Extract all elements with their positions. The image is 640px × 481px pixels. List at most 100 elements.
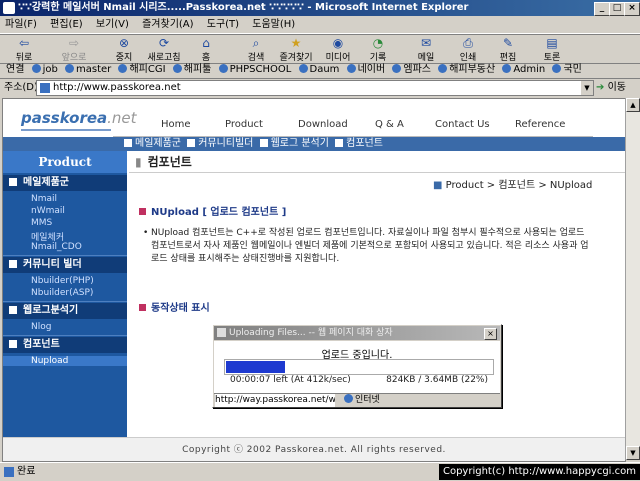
link-happy-realestate[interactable]: 해피부동산	[438, 62, 495, 78]
menu-favorites[interactable]: 즐겨찾기(A)	[142, 19, 193, 30]
links-label: 연결	[6, 64, 25, 75]
close-button[interactable]: ×	[624, 2, 640, 16]
title-divider	[129, 172, 625, 173]
section-heading-status: 동작상태 표시	[139, 299, 210, 314]
sidebar-item-nmail-cdo[interactable]: Nmail_CDO	[31, 242, 82, 252]
sidebar-item-nupload[interactable]: Nupload	[3, 356, 127, 366]
address-input[interactable]: http://www.passkorea.net ▼	[36, 80, 594, 96]
bullet-icon	[9, 340, 17, 348]
forward-button[interactable]: ⇨ 앞으로	[54, 36, 94, 63]
nav-home[interactable]: Home	[161, 119, 191, 130]
window-title: ∵∵강력한 메일서버 Nmail 시리즈.....Passkorea.net ∵…	[18, 2, 469, 13]
security-zone: 인터넷	[344, 394, 380, 407]
vertical-scrollbar[interactable]: ▲ ▼	[625, 98, 640, 460]
page-icon	[31, 64, 41, 73]
favorites-button[interactable]: ★ 즐겨찾기	[276, 36, 316, 63]
nav-product[interactable]: Product	[225, 119, 263, 130]
bullet-icon	[9, 306, 17, 314]
go-arrow-icon: ➔	[596, 82, 605, 93]
page-icon	[552, 64, 562, 73]
menu-help[interactable]: 도움말(H)	[252, 19, 295, 30]
menu-view[interactable]: 보기(V)	[96, 19, 129, 30]
go-button[interactable]: ➔ 이동	[596, 79, 626, 96]
mail-button[interactable]: ✉ 메일	[406, 36, 446, 63]
subnav-mail[interactable]: 메일제품군	[121, 138, 181, 149]
internet-zone-icon	[344, 394, 353, 403]
title-bullet-icon: ▮	[135, 155, 142, 169]
back-button[interactable]: ⇦ 뒤로	[4, 36, 44, 63]
search-button[interactable]: ⌕ 검색	[236, 36, 276, 63]
discuss-button[interactable]: ▤ 토론	[532, 36, 572, 63]
sidebar-section-community[interactable]: 커뮤니티 빌더	[3, 257, 127, 273]
history-button[interactable]: ◔ 기록	[358, 36, 398, 63]
toolbar: ⇦ 뒤로 ⇨ 앞으로 ⊗ 중지 ⟳ 새로고침 ⌂ 홈 ⌕ 검색 ★ 즐겨찾기 ◉ 미디어 ◔ 기록…	[0, 34, 640, 64]
sidebar-item-nbuilder-php[interactable]: Nbuilder(PHP)	[31, 276, 94, 286]
subnav-weblog[interactable]: 웹로그 분석기	[257, 138, 329, 149]
title-bar: ∵∵강력한 메일서버 Nmail 시리즈.....Passkorea.net ∵…	[0, 0, 640, 16]
favorites-star-icon: ★	[290, 36, 302, 50]
sidebar-item-nlog[interactable]: Nlog	[31, 322, 51, 332]
sidebar-item-nbuilder-asp[interactable]: Nbuilder(ASP)	[31, 288, 93, 298]
edit-button[interactable]: ✎ 편집	[488, 36, 528, 63]
address-bar: 주소(D) http://www.passkorea.net ▼ ➔ 이동	[0, 79, 640, 96]
link-admin[interactable]: Admin	[502, 62, 545, 78]
scroll-down-icon[interactable]: ▼	[626, 446, 640, 460]
copyright-banner: Copyright(c) http://www.happycgi.com	[438, 464, 640, 480]
media-icon: ◉	[332, 36, 344, 50]
subnav-community[interactable]: 커뮤니티빌더	[184, 138, 253, 149]
bullet-icon	[187, 139, 196, 147]
link-phpschool[interactable]: PHPSCHOOL	[218, 62, 291, 78]
dialog-icon	[217, 328, 226, 337]
menu-file[interactable]: 파일(F)	[5, 19, 37, 30]
maximize-button[interactable]: □	[609, 2, 625, 16]
link-master[interactable]: master	[65, 62, 111, 78]
progress-bar	[224, 359, 494, 375]
nav-qna[interactable]: Q & A	[375, 119, 404, 130]
page-icon	[438, 64, 448, 73]
menu-edit[interactable]: 편집(E)	[50, 19, 83, 30]
refresh-button[interactable]: ⟳ 새로고침	[144, 36, 184, 63]
stop-button[interactable]: ⊗ 중지	[104, 36, 144, 63]
media-button[interactable]: ◉ 미디어	[318, 36, 358, 63]
link-happycgi[interactable]: 해피CGI	[118, 62, 166, 78]
status-text: 완료	[17, 466, 36, 477]
menu-tools[interactable]: 도구(T)	[207, 19, 239, 30]
sidebar-section-component[interactable]: 컴포넌트	[3, 337, 127, 353]
section-bullet-icon	[139, 304, 146, 311]
breadcrumb: ■ Product > 컴포넌트 > NUpload	[433, 180, 593, 191]
scroll-up-icon[interactable]: ▲	[626, 98, 640, 112]
sidebar-section-mail[interactable]: 메일제품군	[3, 175, 127, 191]
bullet-icon	[124, 139, 132, 147]
print-button[interactable]: ⎙ 인쇄	[448, 36, 488, 63]
link-daum[interactable]: Daum	[298, 62, 339, 78]
progress-fill	[226, 361, 285, 373]
breadcrumb-arrow-icon: ■	[433, 180, 443, 191]
nav-contact[interactable]: Contact Us	[435, 119, 490, 130]
address-dropdown-icon[interactable]: ▼	[581, 81, 593, 95]
sidebar-section-weblog[interactable]: 웹로그분석기	[3, 303, 127, 319]
description-paragraph: • NUpload 컴포넌트는 C++로 작성된 업로드 컴포넌트입니다. 자료실…	[143, 228, 589, 264]
minimize-button[interactable]: _	[594, 2, 610, 16]
nav-download[interactable]: Download	[298, 119, 348, 130]
page-icon	[40, 83, 50, 93]
section-bullet-icon	[139, 208, 146, 215]
link-empas[interactable]: 엠파스	[392, 62, 431, 78]
home-button[interactable]: ⌂ 홈	[186, 36, 226, 63]
bullet-icon	[259, 139, 268, 147]
dialog-url: http://way.passkorea.net/w	[215, 394, 335, 407]
sidebar-item-mms[interactable]: MMS	[31, 218, 52, 228]
dialog-close-button[interactable]: ×	[484, 328, 497, 340]
subnav-component[interactable]: 컴포넌트	[332, 138, 383, 149]
link-naver[interactable]: 네이버	[346, 62, 385, 78]
section-heading-nupload: NUpload [ 업로드 컴포넌트 ]	[139, 203, 286, 218]
link-job[interactable]: job	[31, 62, 58, 78]
dialog-body: 업로드 중입니다. 00:00:07 left (At 412k/sec) 82…	[214, 341, 500, 393]
sidebar-item-nmail[interactable]: Nmail	[31, 194, 57, 204]
link-happytool[interactable]: 해피툴	[172, 62, 211, 78]
home-icon: ⌂	[202, 36, 210, 50]
sidebar-item-nwmail[interactable]: nWmail	[31, 206, 65, 216]
upload-dialog: Uploading Files... -- 웹 페이지 대화 상자 × 업로드 …	[212, 324, 502, 408]
nav-reference[interactable]: Reference	[515, 119, 565, 130]
link-kookmin[interactable]: 국민	[552, 62, 582, 78]
site-logo[interactable]: passkorea.net	[21, 109, 137, 127]
